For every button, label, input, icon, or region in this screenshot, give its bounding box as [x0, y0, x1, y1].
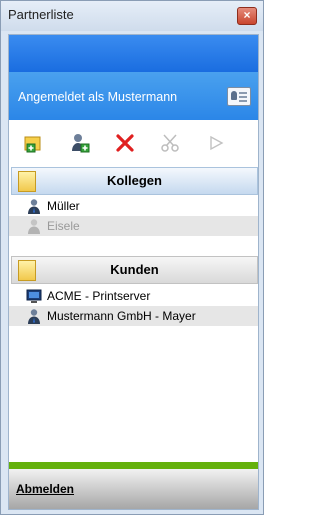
login-status-text: Angemeldet als Mustermann: [18, 90, 178, 104]
group-header-kunden[interactable]: Kunden: [11, 256, 258, 284]
header-bar: [9, 35, 258, 72]
list-item[interactable]: Mustermann GmbH - Mayer: [9, 306, 258, 326]
content-panel: Angemeldet als Mustermann Kollegen Mülle…: [8, 34, 259, 510]
computer-icon: [26, 288, 42, 304]
add-user-icon[interactable]: [69, 132, 91, 154]
contact-name: Eisele: [47, 219, 80, 233]
user-icon: [26, 308, 42, 324]
status-strip: [9, 462, 258, 469]
footer: Abmelden: [9, 469, 258, 509]
group-label: Kunden: [110, 262, 159, 277]
play-icon: [205, 132, 227, 154]
login-status-bar: Angemeldet als Mustermann: [9, 72, 258, 120]
red-x-icon[interactable]: [114, 132, 136, 154]
list-item[interactable]: ACME - Printserver: [9, 286, 258, 306]
partner-list-window: Partnerliste × Angemeldet als Mustermann: [0, 0, 264, 515]
contact-name: ACME - Printserver: [47, 289, 151, 303]
list-item[interactable]: Müller: [9, 196, 258, 216]
contact-name: Mustermann GmbH - Mayer: [47, 309, 196, 323]
add-folder-icon[interactable]: [23, 132, 45, 154]
title-bar[interactable]: Partnerliste ×: [1, 1, 263, 31]
contact-name: Müller: [47, 199, 80, 213]
scissors-icon: [159, 132, 181, 154]
user-icon: [26, 218, 42, 234]
toolbar: [9, 130, 258, 158]
group-label: Kollegen: [107, 173, 162, 188]
group-header-kollegen[interactable]: Kollegen: [11, 167, 258, 195]
id-card-icon[interactable]: [227, 87, 251, 106]
close-button[interactable]: ×: [237, 7, 257, 25]
window-title: Partnerliste: [8, 7, 74, 22]
user-icon: [26, 198, 42, 214]
logout-link[interactable]: Abmelden: [16, 482, 74, 496]
list-item[interactable]: Eisele: [9, 216, 258, 236]
